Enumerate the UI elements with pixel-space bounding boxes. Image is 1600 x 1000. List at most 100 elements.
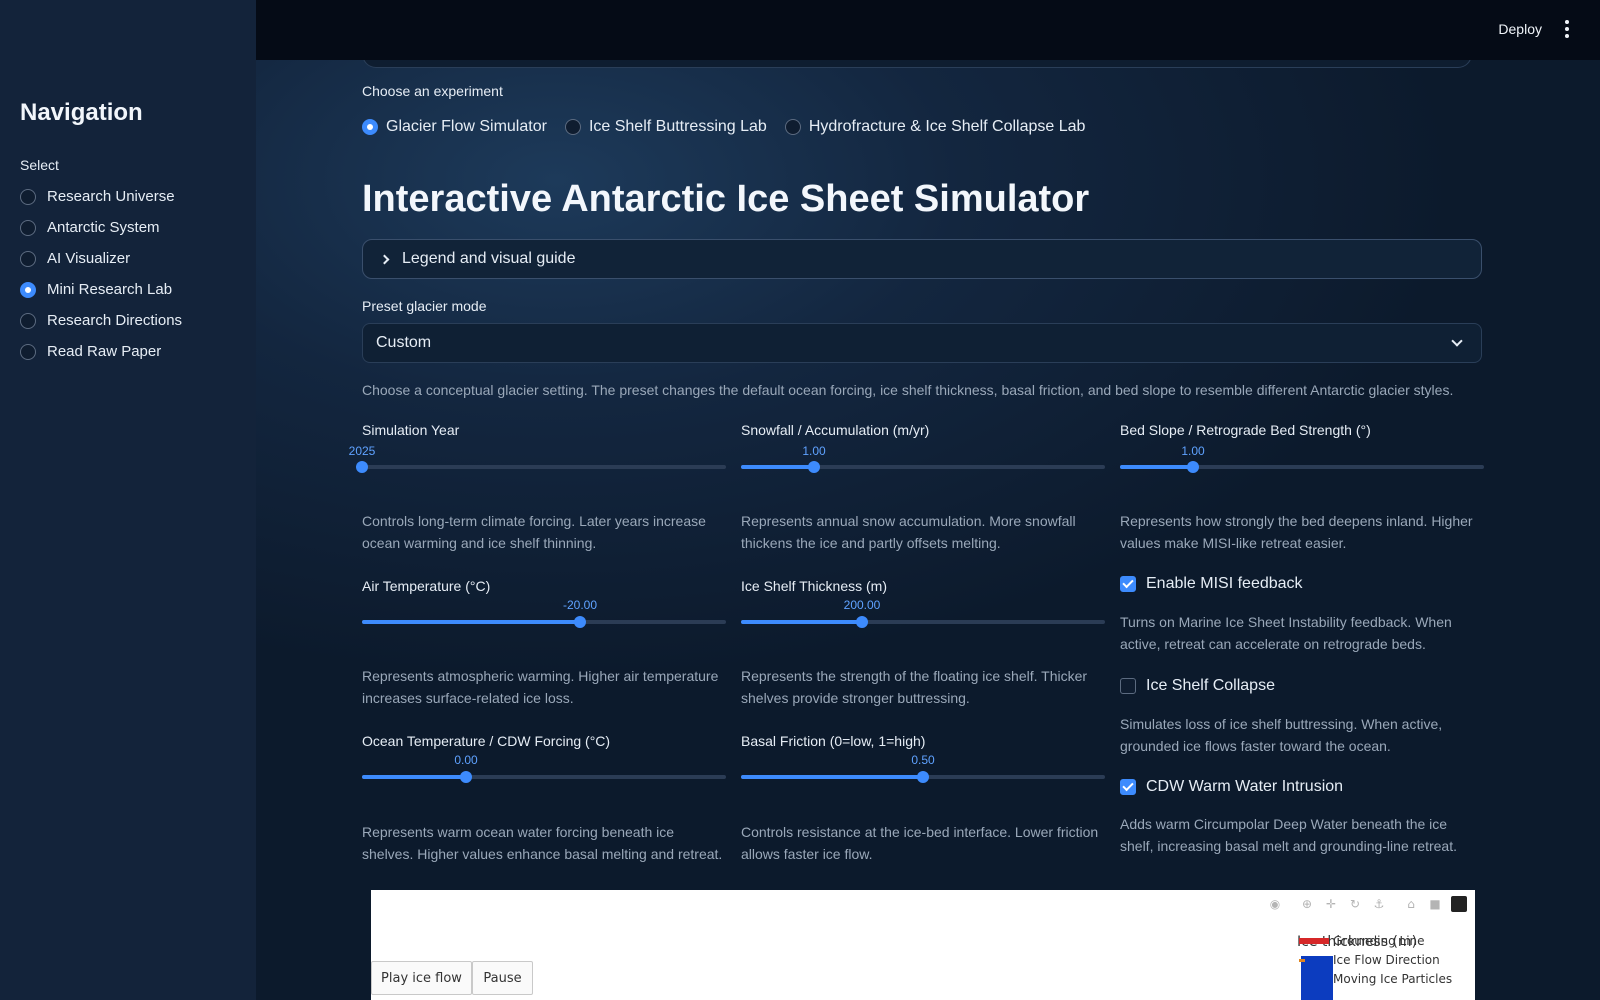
main-content: Deploy Choose an experiment Glacier Flow…: [256, 0, 1600, 1000]
ice-shelf-thickness-label: Ice Shelf Thickness (m): [741, 578, 888, 594]
radio-icon[interactable]: [20, 343, 36, 360]
checkbox-icon[interactable]: [1120, 678, 1136, 694]
chevron-down-icon: [1451, 335, 1463, 347]
experiment-option-buttressing[interactable]: Ice Shelf Buttressing Lab: [564, 118, 767, 136]
sidebar-item-read-raw-paper[interactable]: Read Raw Paper: [20, 336, 182, 367]
basal-friction-help: Controls resistance at the ice-bed inter…: [741, 824, 1099, 862]
misi-help: Turns on Marine Ice Sheet Instability fe…: [1120, 614, 1452, 652]
legend-item-ice-flow-direction[interactable]: Ice Flow Direction: [1297, 951, 1452, 970]
ocean-temperature-help: Represents warm ocean water forcing bene…: [362, 824, 723, 862]
ocean-temperature-label: Ocean Temperature / CDW Forcing (°C): [362, 733, 611, 749]
checkbox-checked-icon[interactable]: [1120, 779, 1136, 795]
sidebar-title: Navigation: [20, 99, 143, 126]
simulation-year-value: 2025: [348, 444, 376, 458]
bed-slope-slider[interactable]: [1120, 457, 1484, 477]
play-ice-flow-button[interactable]: Play ice flow: [371, 961, 472, 995]
snowfall-slider[interactable]: [741, 457, 1105, 477]
legend-label: Grounding Line: [1333, 934, 1425, 948]
ice-shelf-collapse-checkbox[interactable]: Ice Shelf Collapse: [1120, 677, 1275, 695]
simulation-year-slider[interactable]: [356, 457, 726, 477]
legend-label: Moving Ice Particles: [1333, 972, 1453, 986]
slider-fill: [1120, 465, 1193, 469]
ice-shelf-collapse-label: Ice Shelf Collapse: [1146, 677, 1275, 694]
legend-swatch: [1299, 959, 1305, 962]
radio-icon[interactable]: [20, 188, 36, 205]
plot-legend: Grounding Line Ice Flow Direction Moving…: [1297, 932, 1452, 989]
air-temperature-label: Air Temperature (°C): [362, 578, 491, 594]
misi-checkbox[interactable]: Enable MISI feedback: [1120, 575, 1303, 593]
sidebar-item-label: Read Raw Paper: [47, 343, 162, 360]
chevron-right-icon: [379, 254, 390, 264]
simulation-year-label: Simulation Year: [362, 422, 460, 438]
snowfall-help: Represents annual snow accumulation. Mor…: [741, 513, 1076, 551]
slider-fill: [362, 775, 466, 779]
slider-thumb[interactable]: [1187, 461, 1199, 473]
radio-icon[interactable]: [20, 250, 36, 267]
ocean-temperature-slider[interactable]: [362, 767, 726, 787]
legend-swatch: [1299, 938, 1329, 944]
radio-selected-icon[interactable]: [20, 281, 36, 298]
radio-icon[interactable]: [20, 312, 36, 329]
slider-thumb[interactable]: [574, 616, 586, 628]
cdw-intrusion-label: CDW Warm Water Intrusion: [1146, 778, 1344, 795]
ice-shelf-collapse-help: Simulates loss of ice shelf buttressing.…: [1120, 716, 1443, 754]
radio-icon[interactable]: [564, 119, 581, 135]
plotly-logo-icon[interactable]: [1451, 896, 1467, 912]
experiment-option-hydrofracture[interactable]: Hydrofracture & Ice Shelf Collapse Lab: [784, 118, 1085, 136]
slider-thumb[interactable]: [460, 771, 472, 783]
expander-label: Legend and visual guide: [402, 250, 576, 267]
air-temperature-value: -20.00: [562, 598, 598, 612]
slider-fill: [362, 620, 580, 624]
bed-slope-help: Represents how strongly the bed deepens …: [1120, 513, 1473, 551]
experiment-option-label: Ice Shelf Buttressing Lab: [588, 118, 767, 135]
anchor-icon[interactable]: ⚓: [1371, 896, 1387, 912]
slider-thumb[interactable]: [356, 461, 368, 473]
slider-fill: [741, 465, 814, 469]
preset-select[interactable]: Custom: [362, 323, 1482, 363]
lasso-icon[interactable]: ↻: [1347, 896, 1363, 912]
pause-button[interactable]: Pause: [472, 961, 533, 995]
sidebar-item-ai-visualizer[interactable]: AI Visualizer: [20, 243, 182, 274]
radio-icon[interactable]: [20, 219, 36, 236]
sidebar-item-research-directions[interactable]: Research Directions: [20, 305, 182, 336]
legend-item-grounding-line[interactable]: Grounding Line: [1297, 932, 1452, 951]
cdw-intrusion-help: Adds warm Circumpolar Deep Water beneath…: [1120, 816, 1457, 854]
deploy-button[interactable]: Deploy: [1498, 21, 1542, 37]
legend-item-moving-ice-particles[interactable]: Moving Ice Particles: [1297, 970, 1452, 989]
preset-selected-value: Custom: [376, 334, 432, 351]
checkbox-checked-icon[interactable]: [1120, 576, 1136, 592]
home-icon[interactable]: ⌂: [1403, 896, 1419, 912]
bed-slope-label: Bed Slope / Retrograde Bed Strength (°): [1120, 422, 1371, 438]
camera-icon[interactable]: ◉: [1267, 896, 1283, 912]
radio-icon[interactable]: [784, 119, 801, 135]
slider-fill: [741, 620, 862, 624]
sidebar-item-mini-research-lab[interactable]: Mini Research Lab: [20, 274, 182, 305]
zoom-icon[interactable]: ⊕: [1299, 896, 1315, 912]
ice-shelf-thickness-value: 200.00: [843, 598, 881, 612]
basal-friction-label: Basal Friction (0=low, 1=high): [741, 733, 926, 749]
slider-thumb[interactable]: [808, 461, 820, 473]
sidebar-item-research-universe[interactable]: Research Universe: [20, 181, 182, 212]
legend-label: Ice Flow Direction: [1333, 953, 1440, 967]
legend-expander[interactable]: Legend and visual guide: [362, 239, 1482, 279]
ice-shelf-thickness-slider[interactable]: [741, 612, 1105, 632]
sidebar-select-label: Select: [20, 157, 59, 173]
basal-friction-slider[interactable]: [741, 767, 1105, 787]
cdw-intrusion-checkbox[interactable]: CDW Warm Water Intrusion: [1120, 778, 1343, 796]
bed-slope-value: 1.00: [1181, 444, 1205, 458]
experiment-option-glacier-flow[interactable]: Glacier Flow Simulator: [362, 118, 547, 136]
ice-shelf-thickness-help: Represents the strength of the floating …: [741, 668, 1088, 706]
pan-icon[interactable]: ✛: [1323, 896, 1339, 912]
air-temperature-help: Represents atmospheric warming. Higher a…: [362, 668, 719, 706]
top-bar: Deploy: [256, 0, 1600, 60]
radio-selected-icon[interactable]: [362, 119, 378, 135]
sidebar-item-antarctic-system[interactable]: Antarctic System: [20, 212, 182, 243]
video-icon[interactable]: ■: [1427, 896, 1443, 912]
air-temperature-slider[interactable]: [362, 612, 726, 632]
slider-thumb[interactable]: [856, 616, 868, 628]
ice-flow-plot[interactable]: ◉ ⊕ ✛ ↻ ⚓ ⌂ ■ Ice thickness (m) Groundin…: [371, 890, 1475, 1000]
experiment-label: Choose an experiment: [362, 83, 503, 99]
slider-thumb[interactable]: [917, 771, 929, 783]
kebab-menu-icon[interactable]: [1564, 20, 1570, 38]
sidebar-item-label: Antarctic System: [47, 219, 160, 236]
